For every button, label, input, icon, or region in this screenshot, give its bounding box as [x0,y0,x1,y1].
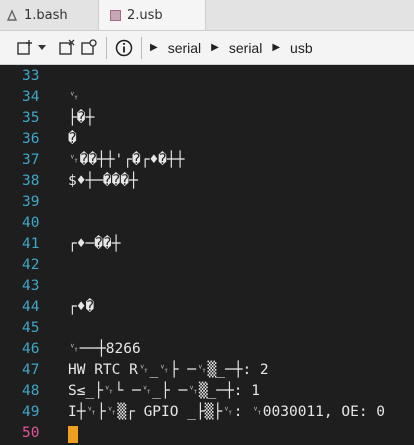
terminal-line: 47 HW RTC R␋_␋├ ─␋▒_─┼: 2 [0,360,414,381]
line-number: 40 [22,215,40,231]
line-text: ├�┼ [68,110,95,126]
line-number: 38 [22,173,40,189]
dropdown-button[interactable] [36,37,48,59]
line-text: ␋ [68,89,80,105]
line-number: 42 [22,257,40,273]
chevron-right-icon: ▶ [211,42,219,53]
terminal-line: 34 ␋ [0,87,414,108]
line-text: HW RTC R␋_␋├ ─␋▒_─┼: 2 [68,362,269,378]
tab-label: 2.usb [127,7,163,23]
line-text: S≤_├␋└ ─␋_├ ─␋▒_─┼: 1 [68,383,260,399]
terminal-line: 37 ␋��┼┼'┌�┌♦�┼┼ [0,150,414,171]
terminal-line: 33 [0,66,414,87]
terminal-line: 40 [0,213,414,234]
line-number: 33 [22,68,40,84]
chevron-right-icon: ▶ [150,42,158,53]
line-number: 34 [22,89,40,105]
new-tab-button[interactable] [14,37,36,59]
terminal-output[interactable]: 33 34 ␋ 35 ├�┼ 36 � 37 ␋��┼┼'┌�┌♦�┼┼ 38 $♦┼─�… [0,65,414,445]
line-number: 46 [22,341,40,357]
breadcrumb-item[interactable]: usb [290,40,313,56]
line-number: 43 [22,278,40,294]
terminal-line: 36 � [0,129,414,150]
tab-bar: 1.bash 2.usb [0,0,414,31]
breadcrumb: ▶ serial ▶ serial ▶ usb [148,40,313,56]
chevron-right-icon: ▶ [272,42,281,53]
line-number: 35 [22,110,40,126]
terminal-line: 45 [0,318,414,339]
line-text: $♦┼─���┼ [68,173,138,189]
info-icon [115,39,133,56]
terminal-line: 43 [0,276,414,297]
line-number: 49 [22,404,40,420]
line-text: � [68,131,77,147]
line-text: I┼␋├␋▒┌ GPIO _├▒├␋: ␋0030011, OE: 0 [68,404,386,420]
settings-button[interactable] [78,37,100,59]
serial-device-icon [109,9,121,21]
chevron-down-icon [38,44,46,50]
terminal-line: 42 [0,255,414,276]
tab-usb[interactable]: 2.usb [98,0,206,30]
line-number: 47 [22,362,40,378]
terminal-line: 39 [0,192,414,213]
new-tab-icon [17,39,32,55]
line-text: ␋��┼┼'┌�┌♦�┼┼ [68,152,185,168]
line-text: ␋──┼8266 [68,341,141,357]
line-number: 36 [22,131,40,147]
line-number: 45 [22,320,40,336]
breadcrumb-item[interactable]: serial [168,40,201,56]
terminal-line: 38 $♦┼─���┼ [0,171,414,192]
text-cursor [68,426,78,443]
terminal-icon [6,9,18,21]
line-number: 44 [22,299,40,315]
terminal-line: 48 S≤_├␋└ ─␋_├ ─␋▒_─┼: 1 [0,381,414,402]
line-text: ┌♦─��┼ [68,236,121,252]
terminal-line: 44 ┌♦� [0,297,414,318]
line-number: 41 [22,236,40,252]
toolbar: ▶ serial ▶ serial ▶ usb [0,31,414,65]
terminal-line: 50 [0,423,414,444]
close-tab-icon [59,39,75,55]
line-number: 39 [22,194,40,210]
line-text: ┌♦� [68,299,95,315]
terminal-line: 35 ├�┼ [0,108,414,129]
terminal-line: 46 ␋──┼8266 [0,339,414,360]
breadcrumb-item[interactable]: serial [229,40,262,56]
tab-bash[interactable]: 1.bash [0,0,98,30]
terminal-line: 49 I┼␋├␋▒┌ GPIO _├▒├␋: ␋0030011, OE: 0 [0,402,414,423]
line-number: 37 [22,152,40,168]
line-number: 48 [22,383,40,399]
tab-label: 1.bash [24,7,68,23]
line-number: 50 [22,425,40,441]
toolbar-divider [141,36,142,59]
toolbar-divider [106,36,107,59]
terminal-line: 41 ┌♦─��┼ [0,234,414,255]
info-button[interactable] [113,37,135,59]
close-tab-button[interactable] [56,37,78,59]
tab-settings-icon [81,38,97,55]
